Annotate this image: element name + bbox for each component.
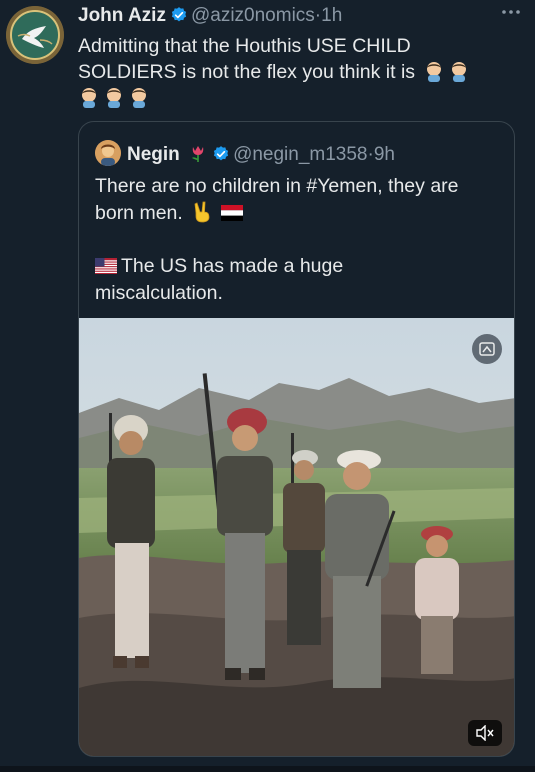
- quoted-author-handle[interactable]: @negin_m1358: [233, 144, 367, 165]
- quoted-text-line-4: miscalculation.: [95, 282, 223, 304]
- verified-badge-icon: [212, 145, 230, 171]
- video-thumbnail-image: [79, 318, 514, 756]
- quoted-text-line-3-content: The US has made a huge: [121, 255, 344, 277]
- tweet-header: John Aziz @aziz0nomics·1h: [78, 3, 518, 29]
- timestamp[interactable]: 1h: [321, 5, 342, 26]
- tweet-text-line-1: Admitting that the Houthis USE CHILD: [78, 35, 411, 57]
- tweet-text: Admitting that the Houthis USE CHILD SOL…: [78, 33, 518, 111]
- man-facepalming-emoji-icon: [107, 88, 121, 108]
- author-avatar[interactable]: [6, 6, 64, 64]
- us-flag-emoji-icon: [95, 258, 117, 274]
- quoted-author-name[interactable]: Negin: [127, 144, 180, 165]
- man-facepalming-emoji-icon: [82, 88, 96, 108]
- quoted-media-video[interactable]: [79, 318, 514, 756]
- quoted-timestamp[interactable]: 9h: [374, 144, 395, 165]
- victory-hand-emoji-icon: [194, 201, 210, 223]
- quoted-text-line-1: There are no children in #Yemen, they ar…: [95, 175, 459, 197]
- quoted-text-line-2: born men.: [95, 200, 500, 227]
- mute-volume-icon[interactable]: [468, 720, 502, 746]
- tweet-text-line-2-content: SOLDIERS is not the flex you think it is: [78, 61, 416, 83]
- tulip-emoji-icon: [192, 146, 204, 162]
- man-facepalming-emoji-icon: [452, 62, 467, 82]
- tweet[interactable]: John Aziz @aziz0nomics·1h Admitting that …: [0, 0, 535, 772]
- quoted-tweet-text: There are no children in #Yemen, they ar…: [95, 173, 500, 307]
- quoted-text-line-2-content: born men.: [95, 202, 183, 224]
- more-options-icon[interactable]: [501, 2, 521, 20]
- man-facepalming-emoji-icon: [427, 62, 442, 82]
- yemen-flag-emoji-icon: [220, 205, 243, 221]
- bottom-divider: [0, 766, 535, 772]
- quoted-tweet-header: Negin @negin_m1358·9h: [95, 140, 395, 166]
- author-handle[interactable]: @aziz0nomics: [191, 5, 315, 26]
- quoted-text-line-3: The US has made a huge: [95, 253, 500, 280]
- verified-badge-icon: [170, 6, 188, 32]
- author-name[interactable]: John Aziz: [78, 5, 166, 26]
- tweet-text-line-3: [78, 85, 518, 111]
- gif-icon[interactable]: [472, 334, 502, 364]
- tweet-text-line-2: SOLDIERS is not the flex you think it is: [78, 59, 518, 85]
- quoted-author-avatar[interactable]: [95, 140, 121, 166]
- man-facepalming-emoji-icon: [132, 88, 146, 108]
- quoted-tweet[interactable]: Negin @negin_m1358·9h There are no child…: [78, 121, 515, 757]
- dove-logo-icon: [6, 6, 64, 64]
